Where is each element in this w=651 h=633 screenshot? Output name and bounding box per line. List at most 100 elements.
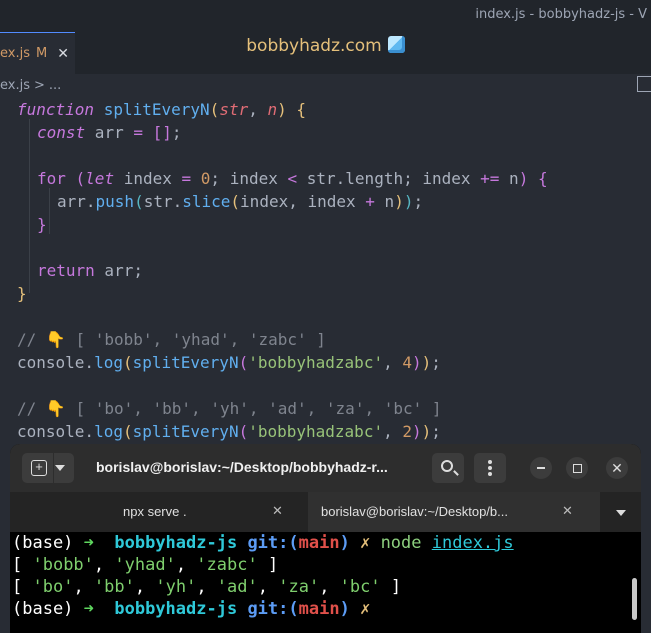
paren: ) — [394, 192, 404, 211]
punc: , — [196, 577, 217, 597]
keyword: for — [37, 169, 66, 188]
git-label: git: — [247, 599, 289, 619]
code-line-6: } — [37, 213, 47, 236]
var: n — [374, 192, 395, 211]
paren: ( — [230, 192, 241, 211]
string: 'zabc' — [196, 555, 258, 575]
cube-icon — [387, 36, 405, 53]
string: 'bobbyhadzabc' — [248, 422, 384, 441]
punc: ] — [380, 577, 402, 597]
param: n — [267, 100, 278, 119]
divider — [53, 453, 54, 483]
punc: ; — [413, 192, 424, 211]
object: arr. — [57, 192, 96, 211]
paren: ) — [518, 169, 529, 188]
search-button[interactable] — [432, 453, 464, 483]
breadcrumb-rest[interactable]: ... — [49, 78, 61, 93]
current-dir: bobbyhadz-js — [104, 599, 248, 619]
comment: // — [17, 399, 46, 418]
keyword: let — [85, 169, 115, 188]
terminal-title: borislav@borislav:~/Desktop/bobbyhadz-r.… — [96, 459, 388, 475]
tab-label: borislav@borislav:~/Desktop/b... — [321, 504, 508, 519]
code-line-15: console.log(splitEveryN('bobbyhadzabc', … — [17, 420, 441, 443]
punc: [ — [12, 555, 33, 575]
code: ; index — [210, 169, 288, 188]
code-line-2: const arr = []; — [37, 121, 182, 144]
chevron-down-icon[interactable] — [616, 510, 626, 516]
current-dir: bobbyhadz-js — [104, 533, 248, 553]
paren: ( — [134, 192, 144, 211]
paren: ) — [277, 100, 287, 119]
comment: // — [17, 330, 46, 349]
breadcrumb[interactable]: ex.js >... — [0, 78, 61, 93]
paren: ) — [411, 353, 422, 372]
terminal-scrollbar[interactable] — [632, 578, 637, 620]
prompt-arrow-icon: ➜ — [83, 533, 105, 553]
paren: ( — [288, 599, 299, 619]
paren: ( — [288, 533, 299, 553]
op: + — [365, 192, 375, 211]
string: 'bo' — [32, 577, 74, 597]
number: 0 — [191, 169, 211, 188]
object: str. — [143, 192, 183, 211]
brace: { — [528, 169, 548, 188]
window-titlebar: index.js - bobbyhadz-js - V — [0, 0, 651, 32]
indent-guide — [29, 119, 30, 293]
function-name: splitEveryN — [103, 100, 210, 119]
terminal-output[interactable]: (base) ➜ bobbyhadz-js git:(main) ✗ node … — [10, 532, 641, 633]
maximize-button[interactable] — [566, 457, 588, 479]
prompt-arrow-icon: ➜ — [83, 599, 105, 619]
chevron-down-icon[interactable] — [55, 465, 65, 471]
dirty-marker-icon: ✗ — [349, 599, 371, 619]
args: index, index — [240, 192, 366, 211]
punc: , — [257, 577, 279, 597]
punc: ; — [431, 353, 441, 372]
brackets: [] — [142, 123, 172, 142]
code: arr; — [94, 261, 143, 280]
search-icon — [441, 460, 453, 472]
indent-guide — [49, 188, 50, 234]
kebab-menu-icon — [488, 460, 492, 464]
menu-button[interactable] — [474, 453, 506, 483]
paren: ( — [238, 353, 249, 372]
tab-label: npx serve . — [123, 504, 187, 519]
close-icon[interactable]: ✕ — [562, 503, 573, 519]
var: index — [114, 169, 182, 188]
plus-icon: + — [31, 460, 47, 476]
paren: ( — [209, 100, 220, 119]
new-tab-button[interactable]: + — [22, 453, 74, 483]
pointing-down-icon: 👇 — [45, 399, 66, 418]
string: 'bc' — [339, 577, 381, 597]
string: 'bobbyhadzabc' — [248, 353, 384, 372]
paren: ) — [411, 422, 422, 441]
paren: ( — [65, 169, 86, 188]
punc: [ — [12, 577, 33, 597]
split-editor-icon[interactable] — [637, 76, 651, 92]
object: console. — [17, 353, 95, 372]
command-arg: index.js — [431, 533, 514, 553]
git-branch: main — [298, 533, 340, 553]
breadcrumb-file[interactable]: ex.js — [0, 78, 30, 93]
site-banner: bobbyhadz.com — [0, 36, 651, 56]
conda-env: (base) — [12, 599, 84, 619]
paren: ) — [421, 353, 432, 372]
string: 'za' — [278, 577, 320, 597]
close-window-button[interactable]: ✕ — [606, 457, 628, 479]
op: = — [133, 123, 143, 142]
punc: , — [248, 100, 268, 119]
minimize-button[interactable] — [530, 457, 552, 479]
method: push — [95, 192, 135, 211]
string: 'bobb' — [32, 555, 94, 575]
number: 4 — [402, 353, 412, 372]
keyword: function — [17, 100, 95, 119]
op: += — [480, 169, 500, 188]
tab-npx-serve[interactable]: npx serve . ✕ — [10, 492, 308, 532]
object: console. — [17, 422, 95, 441]
keyword: const — [37, 123, 86, 142]
window-title: index.js - bobbyhadz-js - V — [475, 7, 647, 22]
code-line-9: } — [17, 282, 27, 305]
tab-borislav-shell[interactable]: borislav@borislav:~/Desktop/b... ✕ — [308, 492, 600, 532]
close-icon[interactable]: ✕ — [272, 503, 283, 519]
terminal-line-prompt: (base) ➜ bobbyhadz-js git:(main) ✗ node … — [12, 532, 514, 554]
conda-env: (base) — [12, 533, 84, 553]
